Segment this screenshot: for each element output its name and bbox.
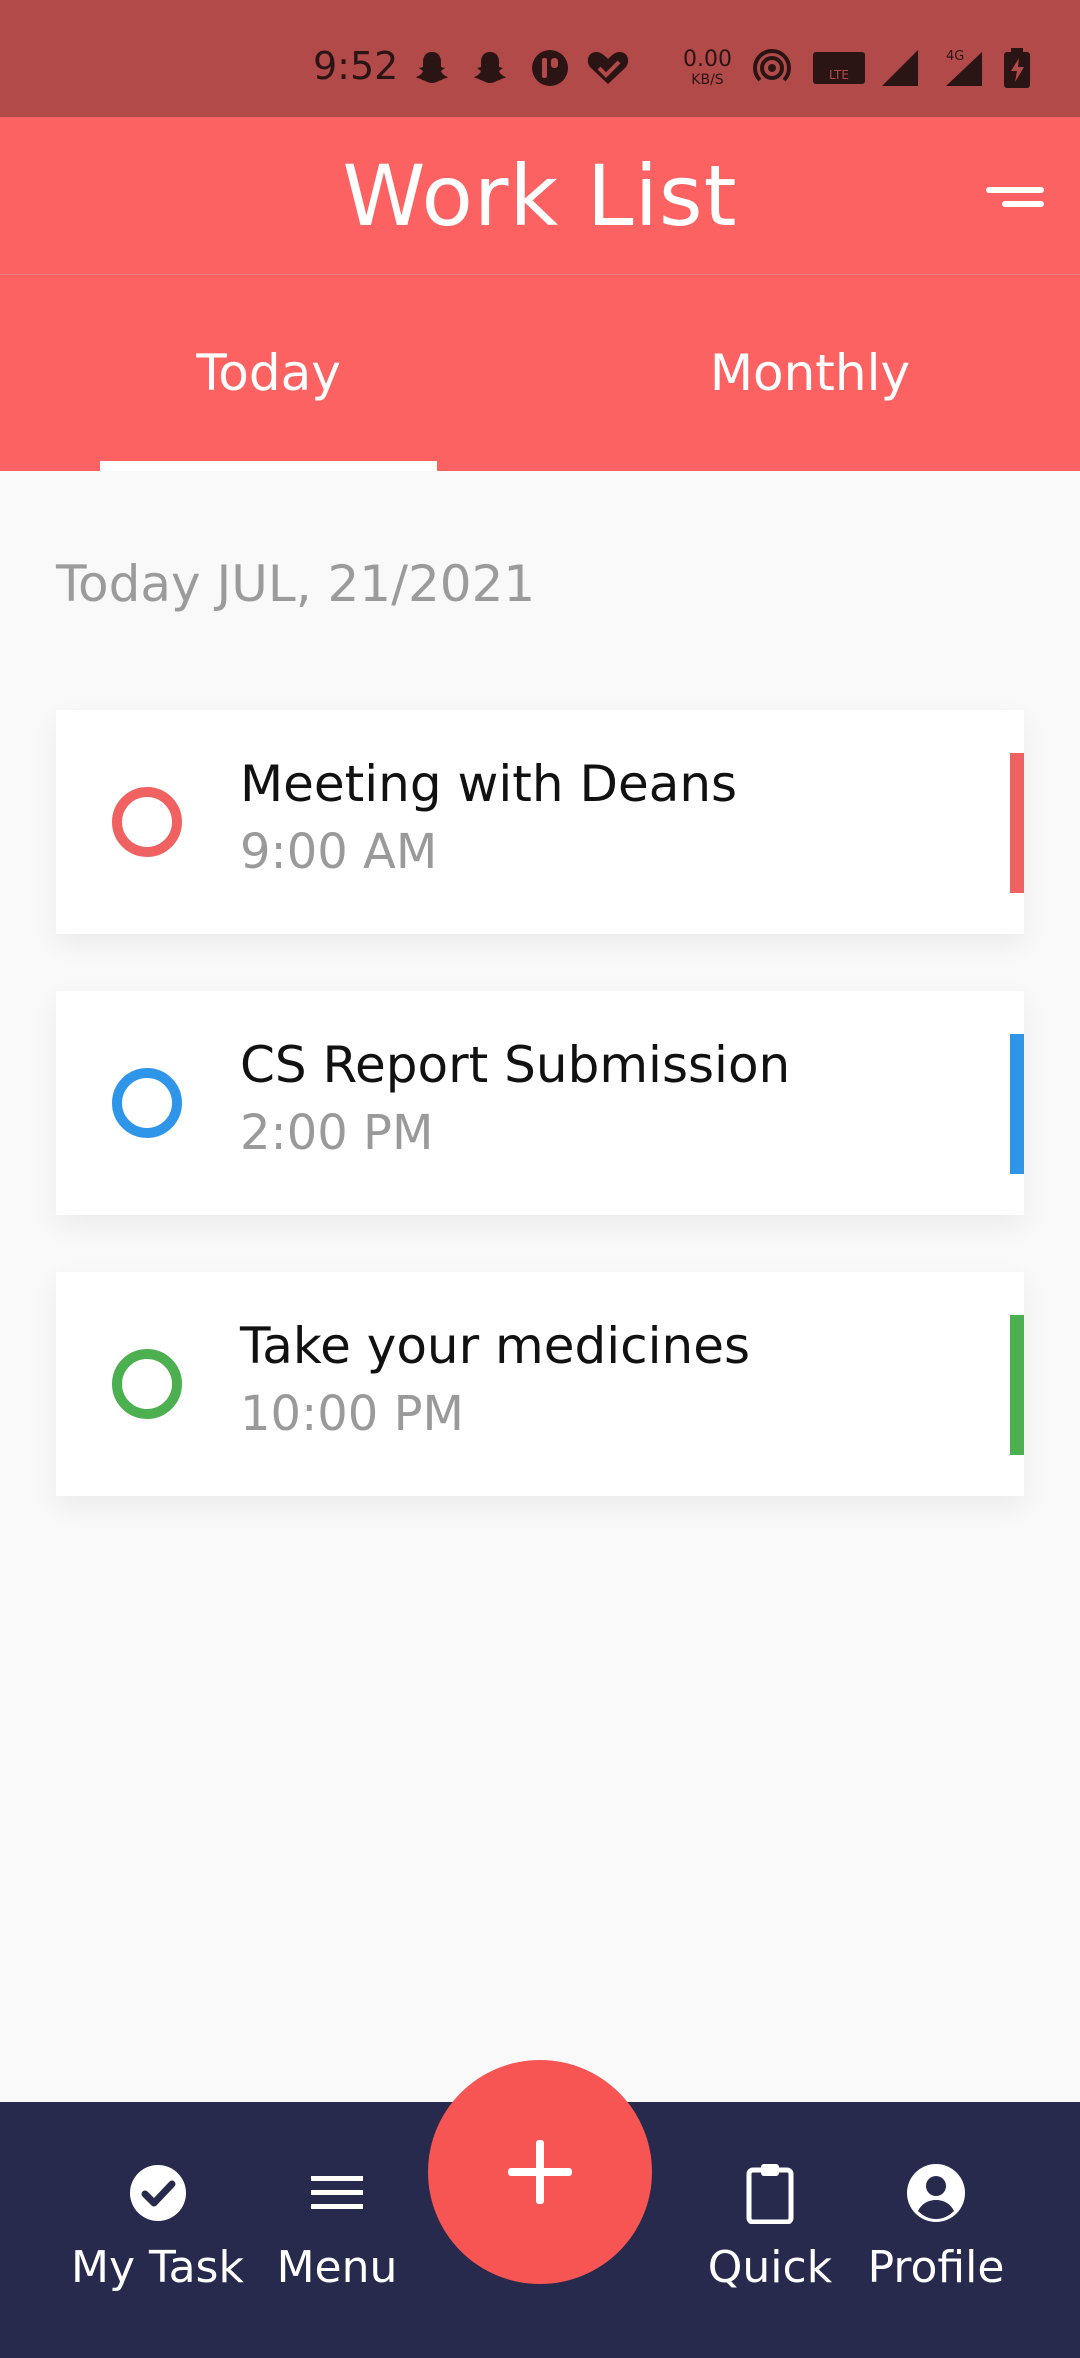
task-card[interactable]: CS Report Submission 2:00 PM (56, 991, 1024, 1215)
heart-check-icon (587, 52, 629, 84)
task-time: 9:00 AM (240, 824, 438, 880)
snapchat-icon (474, 52, 506, 83)
task-status-circle-icon[interactable] (112, 1349, 182, 1419)
tab-monthly[interactable]: Monthly (640, 275, 980, 471)
task-color-stripe (1010, 1315, 1024, 1455)
battery-icon (1004, 48, 1030, 88)
app-header: Work List (0, 117, 1080, 275)
svg-text:4G: 4G (946, 49, 964, 64)
hotspot-icon (753, 48, 791, 82)
task-color-stripe (1010, 1034, 1024, 1174)
status-bar: 9:52 0.00 KB/S LTE 4G (0, 0, 1080, 117)
task-status-circle-icon[interactable] (112, 787, 182, 857)
signal-4g-icon: 4G (946, 49, 982, 86)
task-title: Meeting with Deans (240, 755, 738, 813)
task-time: 2:00 PM (240, 1105, 434, 1161)
nav-my-task[interactable]: My Task (60, 2102, 255, 2358)
check-circle-icon (129, 2165, 186, 2221)
tab-today[interactable]: Today (100, 275, 437, 471)
plus-icon (508, 2140, 572, 2204)
nav-label: My Task (71, 2242, 244, 2293)
task-card[interactable]: Take your medicines 10:00 PM (56, 1272, 1024, 1496)
page-title: Work List (342, 147, 738, 245)
task-time: 10:00 PM (240, 1386, 464, 1442)
nav-label: Menu (276, 2242, 398, 2293)
snapchat-icon (416, 52, 448, 83)
tab-bar: Today Monthly (0, 275, 1080, 471)
task-title: Take your medicines (240, 1317, 751, 1375)
nav-quick[interactable]: Quick (700, 2102, 840, 2358)
nav-label: Profile (867, 2242, 1005, 2293)
app-screen: 9:52 0.00 KB/S LTE 4G Work List Today Mo… (0, 0, 1080, 2358)
task-title: CS Report Submission (240, 1036, 791, 1094)
nav-label: Quick (707, 2242, 833, 2293)
nav-profile[interactable]: Profile (860, 2102, 1012, 2358)
account-circle-icon (907, 2164, 965, 2222)
tab-selected-indicator (100, 461, 437, 471)
add-task-button[interactable] (428, 2060, 652, 2284)
net-speed: 0.00 KB/S (683, 47, 732, 89)
hamburger-icon (311, 2176, 363, 2209)
nav-menu[interactable]: Menu (262, 2102, 412, 2358)
volte-icon: LTE (813, 52, 865, 84)
task-card[interactable]: Meeting with Deans 9:00 AM (56, 710, 1024, 934)
clipboard-icon (746, 2164, 794, 2224)
status-time: 9:52 (313, 44, 399, 88)
task-color-stripe (1010, 753, 1024, 893)
task-status-circle-icon[interactable] (112, 1068, 182, 1138)
signal-icon (882, 50, 918, 86)
app-icon (532, 50, 568, 86)
svg-text:LTE: LTE (829, 68, 849, 82)
date-heading: Today JUL, 21/2021 (56, 555, 536, 613)
sort-menu-button[interactable] (984, 187, 1044, 217)
